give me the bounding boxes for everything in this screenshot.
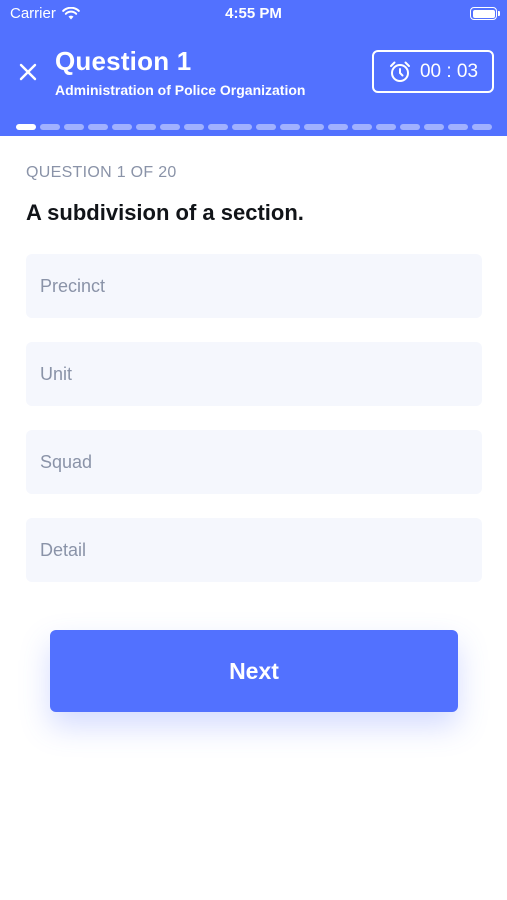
quiz-subtitle: Administration of Police Organization (55, 82, 306, 98)
progress-segment (184, 124, 204, 130)
page-title: Question 1 (55, 46, 192, 76)
progress-segment (256, 124, 276, 130)
answer-option[interactable]: Squad (26, 430, 482, 494)
alarm-clock-icon (389, 61, 410, 82)
status-bar: Carrier 4:55 PM (0, 0, 507, 28)
battery-tip (498, 11, 500, 16)
status-time: 4:55 PM (225, 5, 282, 22)
progress-segment (328, 124, 348, 130)
progress-segment (376, 124, 396, 130)
progress-segment (424, 124, 444, 130)
progress-segment (208, 124, 228, 130)
answer-option[interactable]: Precinct (26, 254, 482, 318)
battery-level (472, 9, 495, 18)
progress-segment (136, 124, 156, 130)
progress-segment (352, 124, 372, 130)
progress-segment (400, 124, 420, 130)
progress-segment (16, 124, 36, 130)
progress-segment (448, 124, 468, 130)
progress-segment (280, 124, 300, 130)
battery-icon (470, 7, 500, 20)
close-icon (19, 63, 37, 81)
close-button[interactable] (14, 58, 42, 86)
question-text: A subdivision of a section. (26, 200, 304, 225)
progress-segment (304, 124, 324, 130)
question-progress (16, 124, 492, 130)
answer-option[interactable]: Unit (26, 342, 482, 406)
progress-segment (88, 124, 108, 130)
progress-segment (40, 124, 60, 130)
progress-segment (232, 124, 252, 130)
question-counter: QUESTION 1 OF 20 (26, 164, 177, 181)
next-button[interactable]: Next (50, 630, 458, 712)
progress-segment (64, 124, 84, 130)
timer-value: 00 : 03 (419, 60, 479, 82)
progress-segment (160, 124, 180, 130)
answer-option[interactable]: Detail (26, 518, 482, 582)
progress-segment (112, 124, 132, 130)
timer-badge: 00 : 03 (372, 50, 494, 93)
quiz-header: Carrier 4:55 PM Question 1 Administratio… (0, 0, 507, 136)
progress-segment (472, 124, 492, 130)
